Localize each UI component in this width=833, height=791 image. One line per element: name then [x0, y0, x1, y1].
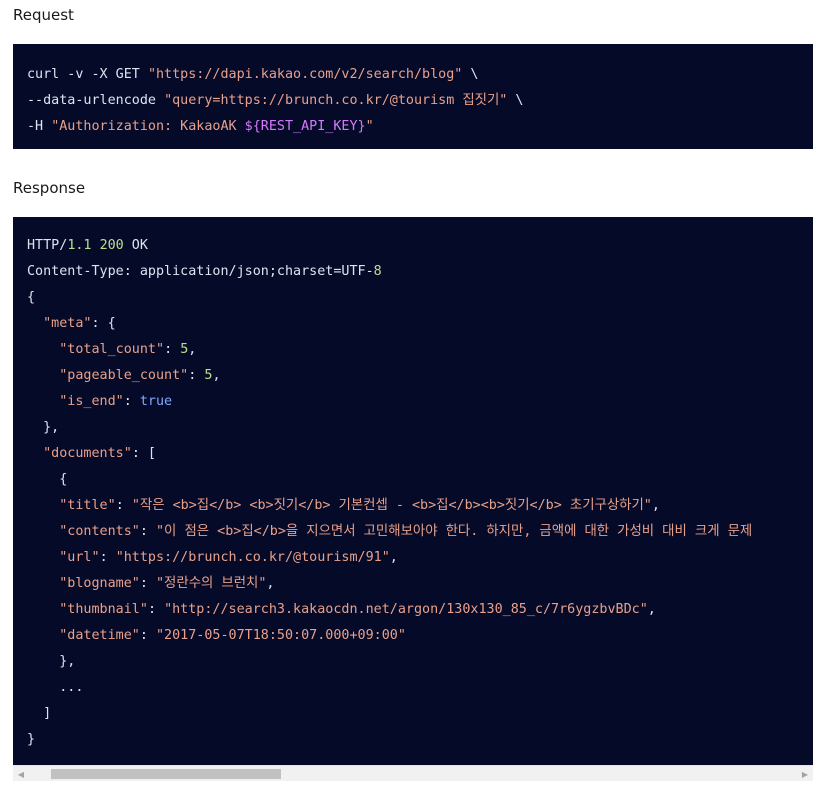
code-line: ... — [59, 680, 84, 695]
response-heading: Response — [13, 179, 86, 197]
code-line: "meta": { — [43, 316, 116, 331]
code-line: ] — [27, 706, 52, 721]
request-code-block: curl -v -X GET "https://dapi.kakao.com/v… — [13, 44, 813, 149]
horizontal-scrollbar[interactable]: ◀ ▶ — [13, 765, 813, 781]
code-line: --data-urlencode "query=https://brunch.c… — [27, 93, 524, 108]
code-line: "contents": "이 점은 <b>집</b>을 지으면서 고민해보아야 … — [59, 524, 753, 539]
scrollbar-thumb[interactable] — [51, 769, 281, 779]
code-line: -H "Authorization: KakaoAK ${REST_API_KE… — [27, 119, 374, 134]
code-line: "title": "작은 <b>집</b> <b>짓기</b> 기본컨셉 - <… — [59, 498, 660, 513]
code-line: "datetime": "2017-05-07T18:50:07.000+09:… — [59, 628, 406, 643]
code-line: { — [27, 290, 36, 305]
code-line: } — [27, 732, 36, 747]
code-line: }, — [27, 420, 60, 435]
scroll-right-arrow-icon[interactable]: ▶ — [797, 766, 813, 782]
code-line: "url": "https://brunch.co.kr/@tourism/91… — [59, 550, 398, 565]
code-line: HTTP/1.1 200 OK — [27, 238, 148, 253]
scroll-left-arrow-icon[interactable]: ◀ — [13, 766, 29, 782]
code-line: "documents": [ — [43, 446, 156, 461]
code-line: { — [27, 472, 68, 487]
request-heading: Request — [13, 6, 74, 24]
code-line: "blogname": "정란수의 브런치", — [59, 576, 275, 591]
code-line: "thumbnail": "http://search3.kakaocdn.ne… — [59, 602, 656, 617]
code-line: "is_end": true — [59, 394, 173, 409]
code-line: Content-Type: application/json;charset=U… — [27, 264, 382, 279]
code-line: "total_count": 5, — [59, 342, 197, 357]
response-code-block: HTTP/1.1 200 OK Content-Type: applicatio… — [13, 217, 813, 765]
code-line: curl -v -X GET "https://dapi.kakao.com/v… — [27, 67, 479, 82]
code-line: "pageable_count": 5, — [59, 368, 221, 383]
code-line: }, — [27, 654, 76, 669]
